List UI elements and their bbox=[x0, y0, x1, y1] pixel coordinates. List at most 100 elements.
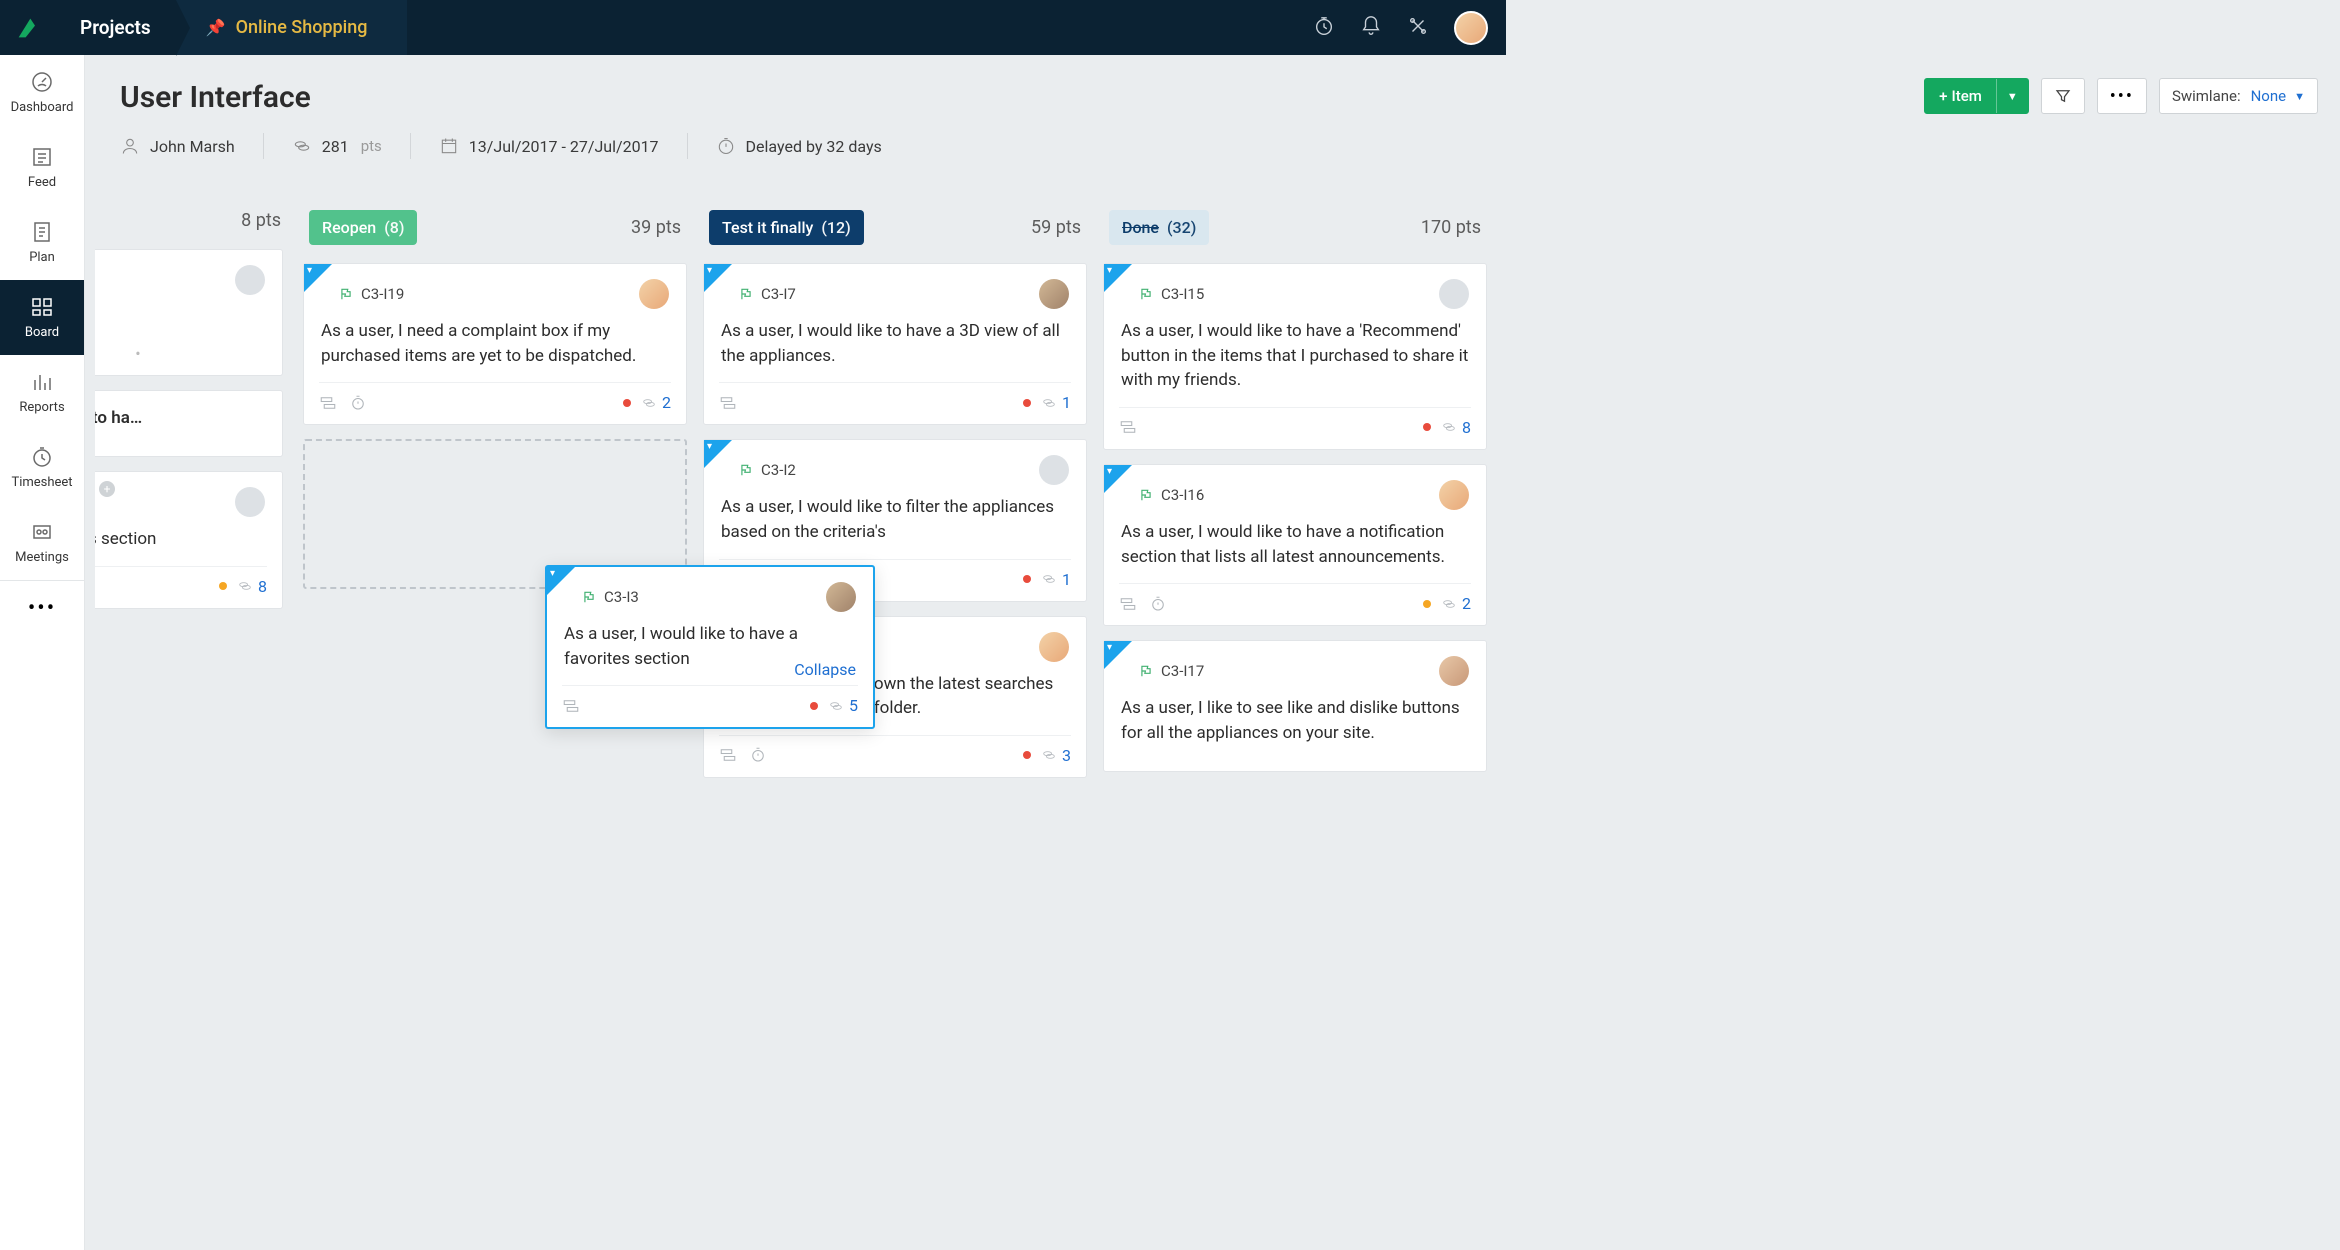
card-dragging[interactable]: C3-I3 As a user, I would like to have a … bbox=[545, 565, 875, 729]
card-text: As a user, I like to see like and dislik… bbox=[1121, 696, 1469, 745]
sidebar-item-reports[interactable]: Reports bbox=[0, 355, 84, 430]
user-icon bbox=[120, 136, 140, 156]
sidebar-item-timesheet[interactable]: Timesheet bbox=[0, 430, 84, 505]
status-label-reopen[interactable]: Reopen(8) bbox=[309, 210, 417, 245]
ellipsis-icon: ••• bbox=[2110, 86, 2134, 107]
subtask-icon[interactable] bbox=[719, 746, 737, 764]
assignee-avatar[interactable] bbox=[1439, 480, 1469, 510]
swimlane-select[interactable]: Swimlane: None ▼ bbox=[2159, 78, 2318, 114]
card-corner-toggle[interactable] bbox=[704, 440, 732, 468]
assignee-avatar[interactable] bbox=[1039, 455, 1069, 485]
card[interactable]: C3-I15 As a user, I would like to have a… bbox=[1103, 263, 1487, 450]
meta-delayed: Delayed by 32 days bbox=[716, 136, 882, 156]
status-label-done[interactable]: Done(32) bbox=[1109, 210, 1209, 245]
card-text: As a user, I would like to have a notifi… bbox=[1121, 520, 1469, 569]
card-corner-toggle[interactable] bbox=[547, 567, 575, 595]
points-badge: 2 bbox=[1441, 594, 1471, 613]
coins-icon bbox=[1041, 395, 1057, 411]
subtask-icon[interactable] bbox=[1119, 418, 1137, 436]
user-avatar[interactable] bbox=[1454, 11, 1488, 45]
sidebar-item-board[interactable]: Board bbox=[0, 280, 84, 355]
card-corner-toggle[interactable] bbox=[304, 264, 332, 292]
card-text: As a user, I would like to filter the ap… bbox=[721, 495, 1069, 544]
swimlane-value: None bbox=[2251, 87, 2287, 105]
add-icon[interactable]: + bbox=[99, 481, 115, 497]
card[interactable]: + or favorites section 8 bbox=[95, 471, 283, 609]
card-id[interactable]: C3-I17 bbox=[1139, 662, 1204, 680]
card-id[interactable]: C3-I19 bbox=[339, 285, 404, 303]
card-corner-toggle[interactable] bbox=[1104, 264, 1132, 292]
column-reopen: Reopen(8) 39 pts C3-I19 As a user, I nee… bbox=[295, 210, 695, 1250]
meta-dates[interactable]: 13/Jul/2017 - 27/Jul/2017 bbox=[439, 136, 659, 156]
subtask-icon[interactable] bbox=[562, 697, 580, 715]
card[interactable]: C3-I17 As a user, I like to see like and… bbox=[1103, 640, 1487, 772]
stopwatch-icon[interactable] bbox=[1149, 595, 1167, 613]
column-done: Done(32) 170 pts C3-I15 As a user, I wou… bbox=[1095, 210, 1495, 1250]
flag-icon bbox=[1139, 488, 1153, 502]
sidebar-item-plan[interactable]: Plan bbox=[0, 205, 84, 280]
card[interactable]: C3-I7 As a user, I would like to have a … bbox=[703, 263, 1087, 425]
priority-dot bbox=[219, 582, 227, 590]
collapse-link[interactable]: Collapse bbox=[794, 660, 856, 679]
card-corner-toggle[interactable] bbox=[1104, 465, 1132, 493]
card-id[interactable]: C3-I15 bbox=[1139, 285, 1204, 303]
card-id[interactable]: C3-I7 bbox=[739, 285, 796, 303]
stopwatch-icon bbox=[716, 136, 736, 156]
filter-button[interactable] bbox=[2041, 78, 2085, 114]
assignee-avatar[interactable] bbox=[639, 279, 669, 309]
breadcrumb-label: Online Shopping bbox=[236, 17, 368, 38]
page-actions: +Item ▼ ••• Swimlane: None ▼ bbox=[1924, 78, 2318, 114]
assignee-avatar[interactable] bbox=[1039, 632, 1069, 662]
subtask-icon[interactable] bbox=[319, 394, 337, 412]
stopwatch-icon[interactable] bbox=[349, 394, 367, 412]
card-id[interactable]: C3-I2 bbox=[739, 461, 796, 479]
page-header: User Interface John Marsh 281 pts 13/Jul… bbox=[85, 55, 2340, 174]
clock-icon[interactable] bbox=[1313, 15, 1335, 41]
meta-owner[interactable]: John Marsh bbox=[120, 136, 235, 156]
card-corner-toggle[interactable] bbox=[704, 264, 732, 292]
coins-icon bbox=[292, 136, 312, 156]
add-item-button[interactable]: +Item ▼ bbox=[1924, 78, 2029, 114]
card-corner-toggle[interactable] bbox=[1104, 641, 1132, 669]
page-content: User Interface John Marsh 281 pts 13/Jul… bbox=[85, 55, 2340, 1250]
card[interactable]: would like to ha… bbox=[95, 390, 283, 458]
points-badge: 2 bbox=[641, 393, 671, 412]
swimlane-label: Swimlane: bbox=[2172, 87, 2241, 105]
assignee-avatar[interactable] bbox=[235, 265, 265, 295]
card[interactable]: C3-I19 As a user, I need a complaint box… bbox=[303, 263, 687, 425]
sidebar-more[interactable]: ••• bbox=[0, 580, 84, 635]
bell-icon[interactable] bbox=[1360, 15, 1382, 41]
status-label-test[interactable]: Test it finally(12) bbox=[709, 210, 864, 245]
card-id[interactable]: C3-I16 bbox=[1139, 486, 1204, 504]
card[interactable]: C3-I16 As a user, I would like to have a… bbox=[1103, 464, 1487, 626]
sidebar-item-dashboard[interactable]: Dashboard bbox=[0, 55, 84, 130]
sidebar-item-feed[interactable]: Feed bbox=[0, 130, 84, 205]
card[interactable]: rts • bbox=[95, 249, 283, 376]
chevron-down-icon: ▼ bbox=[2294, 90, 2305, 103]
subtask-icon[interactable] bbox=[719, 394, 737, 412]
priority-dot bbox=[810, 702, 818, 710]
flag-icon bbox=[339, 287, 353, 301]
more-button[interactable]: ••• bbox=[2097, 78, 2147, 114]
add-dropdown-caret[interactable]: ▼ bbox=[1996, 79, 2028, 113]
breadcrumb[interactable]: 📌 Online Shopping bbox=[176, 0, 408, 55]
assignee-avatar[interactable] bbox=[235, 487, 265, 517]
assignee-avatar[interactable] bbox=[1439, 279, 1469, 309]
app-logo[interactable] bbox=[0, 0, 55, 55]
nav-projects[interactable]: Projects bbox=[55, 16, 176, 39]
tools-icon[interactable] bbox=[1407, 15, 1429, 41]
filter-icon bbox=[2054, 87, 2072, 105]
sidebar-item-meetings[interactable]: Meetings bbox=[0, 505, 84, 580]
card-id[interactable]: C3-I3 bbox=[582, 588, 639, 606]
stopwatch-icon[interactable] bbox=[749, 746, 767, 764]
priority-dot bbox=[623, 399, 631, 407]
add-label: Item bbox=[1951, 87, 1981, 105]
subtask-icon[interactable] bbox=[1119, 595, 1137, 613]
topbar-actions bbox=[1313, 11, 1506, 45]
coins-icon bbox=[237, 578, 253, 594]
flag-icon bbox=[1139, 287, 1153, 301]
sidebar-label: Timesheet bbox=[11, 475, 72, 490]
assignee-avatar[interactable] bbox=[1039, 279, 1069, 309]
assignee-avatar[interactable] bbox=[826, 582, 856, 612]
assignee-avatar[interactable] bbox=[1439, 656, 1469, 686]
